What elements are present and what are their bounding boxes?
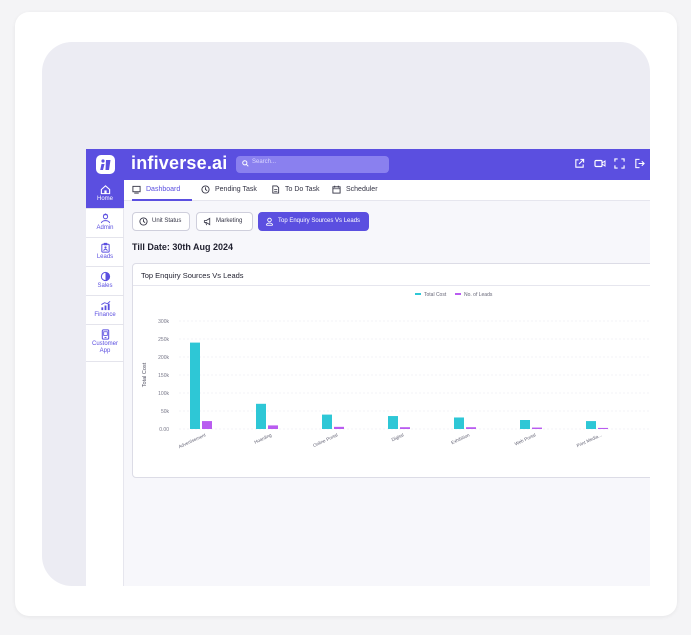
x-tick-label: Exhibition	[450, 432, 471, 445]
x-tick-label: Print Media...	[576, 432, 603, 448]
sales-icon	[100, 271, 110, 282]
x-tick-label: Online Portal	[312, 432, 338, 448]
bar-no-of-leads	[466, 427, 476, 429]
sidebar-item-leads[interactable]: Leads	[86, 238, 124, 267]
bar-total-cost	[190, 342, 200, 429]
logout-icon[interactable]	[634, 158, 645, 169]
tab-scheduler[interactable]: Scheduler	[332, 185, 384, 201]
video-icon[interactable]	[594, 158, 606, 169]
expand-icon[interactable]	[614, 158, 625, 169]
y-tick-label: 50k	[161, 409, 170, 415]
y-axis-label: Total Cost	[142, 362, 148, 387]
search-input[interactable]: Search...	[236, 156, 389, 173]
bar-no-of-leads	[202, 421, 212, 429]
sidebar-item-label: Admin	[96, 225, 114, 231]
x-tick-label: Hoarding	[253, 432, 272, 445]
legend-swatch	[455, 293, 461, 295]
tab-bar: Dashboard Pending Task To Do Task Schedu…	[124, 180, 650, 201]
sidebar-item-sales[interactable]: Sales	[86, 267, 124, 296]
sidebar-item-admin[interactable]: Admin	[86, 209, 124, 238]
bar-total-cost	[454, 417, 464, 429]
bar-total-cost	[256, 403, 266, 429]
y-tick-label: 150k	[158, 373, 169, 379]
sidebar-item-label: Leads	[96, 254, 114, 260]
chip-unit-status[interactable]: Unit Status	[132, 212, 190, 231]
leads-icon	[100, 242, 110, 253]
bar-total-cost	[520, 420, 530, 429]
finance-icon	[100, 301, 110, 311]
users-icon	[265, 217, 274, 226]
legend-label: No. of Leads	[464, 292, 493, 298]
y-tick-label: 300k	[158, 319, 169, 325]
dashboard-icon	[132, 185, 141, 194]
admin-icon	[100, 213, 110, 224]
customer-app-icon	[101, 329, 109, 340]
calendar-icon	[332, 185, 341, 194]
clock-icon	[201, 185, 210, 194]
clock-icon	[139, 217, 148, 226]
sidebar-item-label: Sales	[97, 283, 113, 289]
brand-name: infiverse.ai	[131, 153, 228, 173]
document-icon	[272, 185, 280, 194]
logo-icon[interactable]	[96, 155, 115, 174]
megaphone-icon	[203, 217, 211, 226]
bar-no-of-leads	[598, 427, 608, 429]
home-icon	[100, 185, 110, 195]
y-tick-label: 100k	[158, 391, 169, 397]
chip-top-enquiry-sources[interactable]: Top Enquiry Sources Vs Leads	[258, 212, 369, 231]
bar-total-cost	[388, 416, 398, 429]
bar-no-of-leads	[334, 426, 344, 429]
sidebar-item-label: Home	[96, 196, 113, 202]
x-tick-label: Web Portal	[514, 432, 537, 446]
app-window: infiverse.ai Search... Home Admin Leads …	[86, 149, 650, 586]
bar-chart: 0.00 50k 100k 150k 200k 250k 300k Total Cost Tot…	[142, 292, 650, 449]
bar-no-of-leads	[532, 427, 542, 429]
sidebar-item-finance[interactable]: Finance	[86, 296, 124, 325]
chart-card: Top Enquiry Sources Vs Leads 0.00 50k 100k…	[132, 263, 650, 478]
bar-no-of-leads	[400, 427, 410, 429]
x-tick-label: Digital	[391, 432, 405, 442]
y-tick-label: 200k	[158, 355, 169, 361]
bar-total-cost	[586, 421, 596, 429]
top-bar: infiverse.ai Search...	[86, 149, 650, 180]
search-placeholder: Search...	[252, 159, 277, 165]
sidebar: Home Admin Leads Sales Finance Customer …	[86, 180, 124, 586]
bar-total-cost	[322, 414, 332, 429]
tab-dashboard[interactable]: Dashboard	[132, 185, 192, 201]
x-tick-label: Advertisement	[178, 432, 207, 449]
y-tick-label: 250k	[158, 337, 169, 343]
tab-pending-task[interactable]: Pending Task	[201, 185, 263, 201]
chart-header: Top Enquiry Sources Vs Leads	[133, 264, 650, 286]
sidebar-item-home[interactable]: Home	[86, 180, 124, 209]
legend-label: Total Cost	[424, 292, 447, 298]
chip-marketing[interactable]: Marketing	[196, 212, 253, 231]
legend-swatch	[415, 293, 421, 295]
search-icon	[242, 160, 249, 167]
sidebar-item-customer-app[interactable]: Customer App	[86, 325, 124, 362]
till-date: Till Date: 30th Aug 2024	[132, 242, 234, 252]
tab-to-do-task[interactable]: To Do Task	[271, 185, 325, 201]
y-tick-label: 0.00	[159, 427, 169, 433]
sidebar-item-label: Customer App	[91, 341, 118, 354]
bar-no-of-leads	[268, 425, 278, 429]
chart-title: Top Enquiry Sources Vs Leads	[141, 271, 244, 280]
external-link-icon[interactable]	[574, 158, 585, 169]
sidebar-item-label: Finance	[94, 312, 116, 318]
